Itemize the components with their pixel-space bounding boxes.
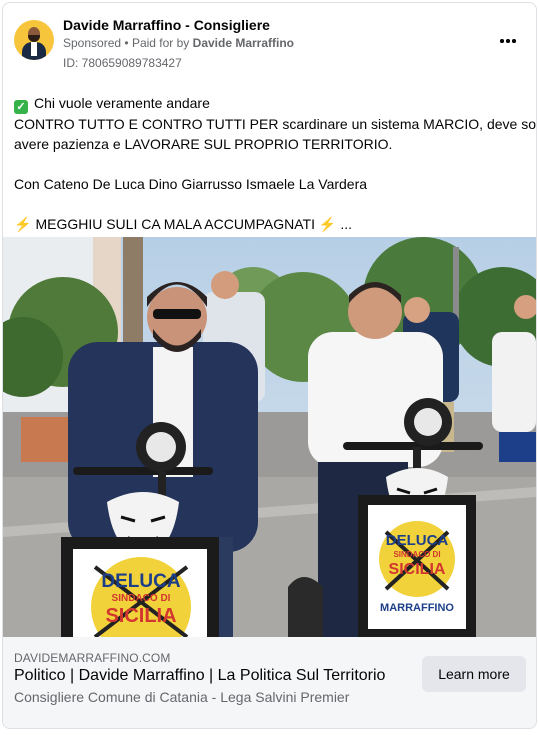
- photo-scene: DELUCA SINDACO DI SICILIA DELUCA SINDACO…: [3, 237, 536, 637]
- ad-image[interactable]: DELUCA SINDACO DI SICILIA DELUCA SINDACO…: [3, 237, 536, 637]
- left-sign-title: DELUCA: [101, 571, 180, 592]
- link-headline[interactable]: Politico | Davide Marraffino | La Politi…: [14, 667, 385, 685]
- high-voltage-icon: ⚡: [14, 216, 32, 232]
- post-line-4: Con Cateno De Luca Dino Giarrusso Ismael…: [14, 176, 368, 192]
- post-line-2: CONTRO TUTTO E CONTRO TUTTI PER scardina…: [14, 116, 537, 132]
- more-horizontal-icon: [500, 39, 516, 43]
- check-mark-button-icon: ✓: [14, 100, 28, 114]
- link-description: Consigliere Comune di Catania - Lega Sal…: [14, 689, 350, 705]
- right-sign-title: DELUCA: [386, 532, 449, 549]
- left-sign-sub1: SINDACO DI: [112, 593, 171, 604]
- paid-for-name: Davide Marraffino: [192, 36, 295, 50]
- advertiser-name[interactable]: Davide Marraffino - Consigliere: [63, 17, 270, 33]
- right-sign-name: MARRAFFINO: [380, 602, 454, 614]
- more-options-button[interactable]: [498, 31, 518, 51]
- link-domain: DAVIDEMARRAFFINO.COM: [14, 651, 171, 665]
- sponsored-line: Sponsored • Paid for by Davide Marraffin…: [63, 36, 295, 50]
- ad-id: ID: 780659089783427: [63, 56, 182, 70]
- ad-card: Davide Marraffino - Consigliere Sponsore…: [2, 2, 537, 729]
- avatar[interactable]: [14, 20, 54, 60]
- left-sign-sub2: SICILIA: [105, 605, 176, 627]
- right-sign-sub1: SINDACO DI: [393, 550, 440, 559]
- right-sign-sub2: SICILIA: [389, 561, 446, 578]
- learn-more-button[interactable]: Learn more: [422, 656, 526, 692]
- post-text: ✓ Chi vuole veramente andare CONTRO TUTTO…: [14, 93, 537, 234]
- high-voltage-icon: ⚡: [318, 216, 337, 232]
- post-line-3: avere pazienza e LAVORARE SUL PROPRIO TE…: [14, 136, 393, 152]
- link-preview[interactable]: DAVIDEMARRAFFINO.COM Politico | Davide M…: [3, 637, 536, 728]
- post-line-5: MEGGHIU SULI CA MALA ACCUMPAGNATI: [35, 216, 315, 232]
- ad-header: Davide Marraffino - Consigliere Sponsore…: [3, 3, 536, 83]
- see-more-ellipsis[interactable]: ...: [340, 216, 352, 232]
- sponsored-label: Sponsored: [63, 36, 122, 50]
- paid-for-prefix: Paid for by: [131, 36, 190, 50]
- post-line-1: Chi vuole veramente andare: [34, 95, 210, 111]
